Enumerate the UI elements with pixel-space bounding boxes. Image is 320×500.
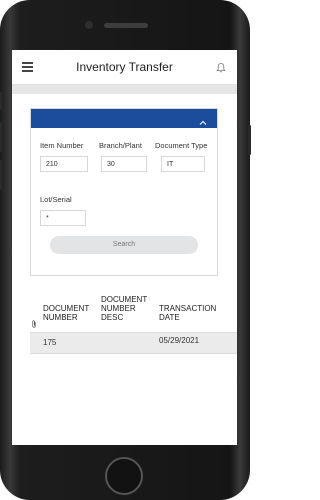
header-divider-strip xyxy=(12,85,237,94)
app-bar: Inventory Transfer xyxy=(12,50,237,85)
phone-frame: Inventory Transfer Item Number Branch/Pl… xyxy=(0,0,251,500)
search-button[interactable]: Search xyxy=(50,236,198,254)
volume-down-button xyxy=(0,160,2,190)
item-number-field[interactable] xyxy=(40,156,88,172)
item-number-label: Item Number xyxy=(40,141,84,150)
page-title: Inventory Transfer xyxy=(76,60,173,74)
chevron-up-icon[interactable] xyxy=(199,114,207,125)
column-header-document-number[interactable]: DOCUMENT NUMBER xyxy=(43,304,99,322)
front-camera xyxy=(85,21,93,29)
hamburger-menu-icon[interactable] xyxy=(22,62,33,72)
document-number-cell: 175 xyxy=(43,338,57,347)
lot-serial-field[interactable] xyxy=(40,210,86,226)
branch-plant-label: Branch/Plant xyxy=(99,141,142,150)
lot-serial-label: Lot/Serial xyxy=(40,195,72,204)
column-header-transaction-date[interactable]: TRANSACTION DATE xyxy=(159,304,237,322)
branch-plant-field[interactable] xyxy=(101,156,147,172)
mute-switch xyxy=(0,92,2,110)
table-row[interactable]: 175 05/29/2021 xyxy=(30,332,237,354)
column-header-document-number-desc[interactable]: DOCUMENT NUMBER DESC xyxy=(101,295,157,322)
earpiece-speaker xyxy=(104,23,148,28)
bell-icon[interactable] xyxy=(215,61,227,73)
document-type-label: Document Type xyxy=(155,141,208,150)
search-criteria-card: Item Number Branch/Plant Document Type L… xyxy=(30,108,218,276)
card-header-bar xyxy=(31,109,217,128)
volume-up-button xyxy=(0,122,2,152)
power-button xyxy=(248,125,251,155)
transaction-date-cell: 05/29/2021 xyxy=(159,336,200,345)
home-button[interactable] xyxy=(105,457,143,495)
document-type-field[interactable] xyxy=(161,156,205,172)
app-screen: Inventory Transfer Item Number Branch/Pl… xyxy=(12,50,237,445)
paperclip-icon xyxy=(31,315,37,328)
